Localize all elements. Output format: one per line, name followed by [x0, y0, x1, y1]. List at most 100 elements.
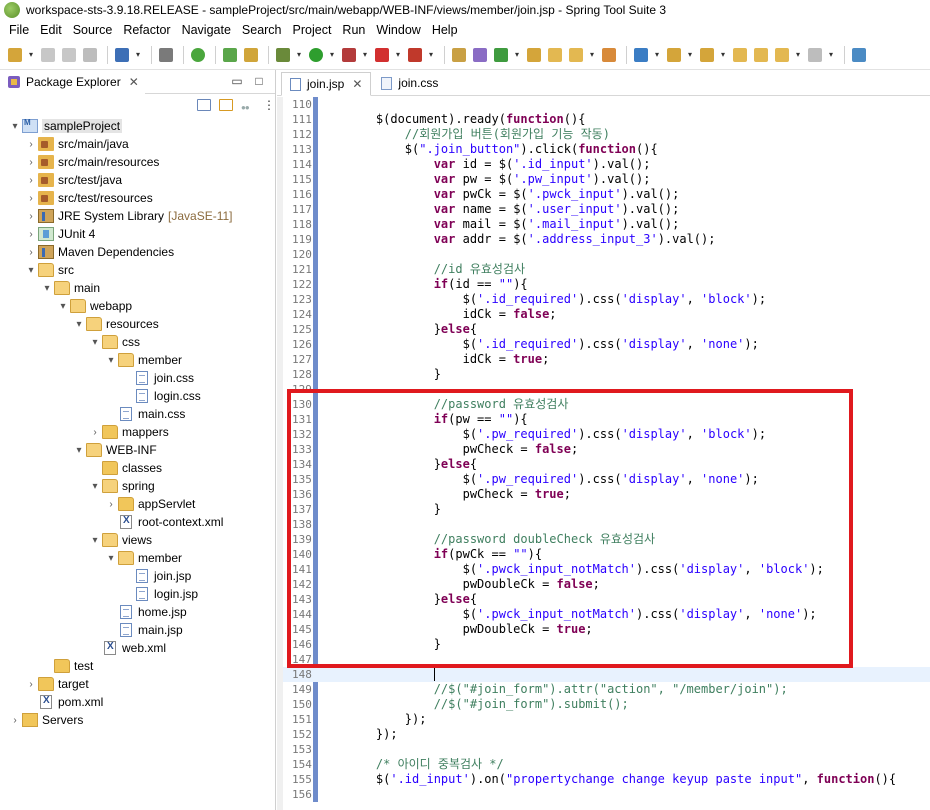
tree-item[interactable]: › src/main/java	[0, 135, 275, 153]
code-line[interactable]: 142 pwDoubleCk = false;	[283, 577, 930, 592]
tree-item[interactable]: test	[0, 657, 275, 675]
tree-item[interactable]: › mappers	[0, 423, 275, 441]
expanded-arrow-icon[interactable]: ▾	[88, 481, 102, 492]
tree-item[interactable]: › src/test/java	[0, 171, 275, 189]
view-menu-icon[interactable]: ⋮	[263, 99, 275, 111]
code-line[interactable]: 118 var mail = $('.mail_input').val();	[283, 217, 930, 232]
tree-item[interactable]: join.jsp	[0, 567, 275, 585]
tree-item[interactable]: › appServlet	[0, 495, 275, 513]
code-line[interactable]: 119 var addr = $('.address_input_3').val…	[283, 232, 930, 247]
code-line[interactable]: 149 //$("#join_form").attr("action", "/m…	[283, 682, 930, 697]
back-icon[interactable]	[773, 46, 791, 64]
code-line[interactable]: 143 }else{	[283, 592, 930, 607]
code-line[interactable]: 132 $('.pw_required').css('display', 'bl…	[283, 427, 930, 442]
tree-item[interactable]: ▾ resources	[0, 315, 275, 333]
new-java-project-icon[interactable]	[450, 46, 468, 64]
last-edit-icon[interactable]	[731, 46, 749, 64]
close-icon[interactable]: ✕	[129, 75, 139, 89]
tree-item[interactable]: ▾ sampleProject	[0, 117, 275, 135]
expanded-arrow-icon[interactable]: ▾	[56, 301, 70, 312]
code-editor[interactable]: 110 111 $(document).ready(function(){112 …	[277, 97, 930, 810]
code-line[interactable]: 115 var pw = $('.pw_input').val();	[283, 172, 930, 187]
tree-item[interactable]: main.css	[0, 405, 275, 423]
code-line[interactable]: 146 }	[283, 637, 930, 652]
save-all-icon[interactable]	[60, 46, 78, 64]
collapsed-arrow-icon[interactable]: ›	[24, 247, 38, 258]
code-line[interactable]: 110	[283, 97, 930, 112]
code-line[interactable]: 117 var name = $('.user_input').val();	[283, 202, 930, 217]
next-annotation-icon[interactable]	[665, 46, 683, 64]
run-icon[interactable]	[307, 46, 325, 64]
code-line[interactable]: 124 idCk = false;	[283, 307, 930, 322]
tree-item[interactable]: ▾ WEB-INF	[0, 441, 275, 459]
tree-item[interactable]: › src/test/resources	[0, 189, 275, 207]
tree-item[interactable]: › target	[0, 675, 275, 693]
prev-annotation-icon[interactable]	[698, 46, 716, 64]
code-line[interactable]: 151 });	[283, 712, 930, 727]
debug-icon[interactable]	[274, 46, 292, 64]
tree-item[interactable]: ▾ src	[0, 261, 275, 279]
expanded-arrow-icon[interactable]: ▾	[40, 283, 54, 294]
code-line[interactable]: 147	[283, 652, 930, 667]
chevron-down-icon[interactable]: ▾	[394, 50, 402, 59]
chevron-down-icon[interactable]: ▾	[361, 50, 369, 59]
code-line[interactable]: 145 pwDoubleCk = true;	[283, 622, 930, 637]
chevron-down-icon[interactable]: ▾	[653, 50, 661, 59]
tree-item[interactable]: web.xml	[0, 639, 275, 657]
stop-icon[interactable]	[373, 46, 391, 64]
code-line[interactable]: 123 $('.id_required').css('display', 'bl…	[283, 292, 930, 307]
code-line[interactable]: 139 //password doubleCheck 유효성검사	[283, 532, 930, 547]
menu-edit[interactable]: Edit	[35, 23, 68, 37]
editor-tab-join-css[interactable]: join.css	[373, 71, 446, 95]
expanded-arrow-icon[interactable]: ▾	[72, 445, 86, 456]
menu-refactor[interactable]: Refactor	[118, 23, 176, 37]
pin-editor-icon[interactable]	[752, 46, 770, 64]
code-line[interactable]: 150 //$("#join_form").submit();	[283, 697, 930, 712]
chevron-down-icon[interactable]: ▾	[295, 50, 303, 59]
code-line[interactable]: 133 pwCheck = false;	[283, 442, 930, 457]
chevron-down-icon[interactable]: ▾	[427, 50, 435, 59]
code-line[interactable]: 152 });	[283, 727, 930, 742]
chevron-down-icon[interactable]: ▾	[328, 50, 336, 59]
code-line[interactable]: 153	[283, 742, 930, 757]
expanded-arrow-icon[interactable]: ▾	[104, 553, 118, 564]
tree-item[interactable]: ▾ member	[0, 549, 275, 567]
tree-item[interactable]: ▾ member	[0, 351, 275, 369]
tree-item[interactable]: login.css	[0, 387, 275, 405]
print-icon[interactable]	[81, 46, 99, 64]
perspective-icon[interactable]	[850, 46, 868, 64]
menu-search[interactable]: Search	[237, 23, 288, 37]
close-icon[interactable]: ✕	[352, 77, 362, 91]
expanded-arrow-icon[interactable]: ▾	[88, 337, 102, 348]
forward-icon[interactable]	[806, 46, 824, 64]
collapsed-arrow-icon[interactable]: ›	[24, 679, 38, 690]
collapsed-arrow-icon[interactable]: ›	[24, 157, 38, 168]
tree-item[interactable]: pom.xml	[0, 693, 275, 711]
coverage-icon[interactable]	[340, 46, 358, 64]
tree-item[interactable]: ▾ css	[0, 333, 275, 351]
package-explorer-tab[interactable]: Package Explorer ✕	[0, 69, 145, 94]
chevron-down-icon[interactable]: ▾	[27, 50, 35, 59]
code-line[interactable]: 131 if(pw == ""){	[283, 412, 930, 427]
sync-icon[interactable]	[242, 46, 260, 64]
chevron-down-icon[interactable]: ▾	[794, 50, 802, 59]
code-line[interactable]: 127 idCk = true;	[283, 352, 930, 367]
code-line[interactable]: 121 //id 유효성검사	[283, 262, 930, 277]
spring-refresh-icon[interactable]	[221, 46, 239, 64]
code-line[interactable]: 122 if(id == ""){	[283, 277, 930, 292]
tree-item[interactable]: ▾ main	[0, 279, 275, 297]
tree-item[interactable]: › src/main/resources	[0, 153, 275, 171]
open-folder-icon[interactable]	[546, 46, 564, 64]
code-line[interactable]: 144 $('.pwck_input_notMatch').css('displ…	[283, 607, 930, 622]
code-line[interactable]: 148	[283, 667, 930, 682]
focus-active-task-icon[interactable]	[241, 99, 255, 111]
tree-item[interactable]: join.css	[0, 369, 275, 387]
menu-source[interactable]: Source	[68, 23, 119, 37]
code-line[interactable]: 136 pwCheck = true;	[283, 487, 930, 502]
code-line[interactable]: 113 $(".join_button").click(function(){	[283, 142, 930, 157]
code-line[interactable]: 111 $(document).ready(function(){	[283, 112, 930, 127]
chevron-down-icon[interactable]: ▾	[134, 50, 142, 59]
collapsed-arrow-icon[interactable]: ›	[24, 175, 38, 186]
tree-item[interactable]: › JUnit 4	[0, 225, 275, 243]
expanded-arrow-icon[interactable]: ▾	[104, 355, 118, 366]
